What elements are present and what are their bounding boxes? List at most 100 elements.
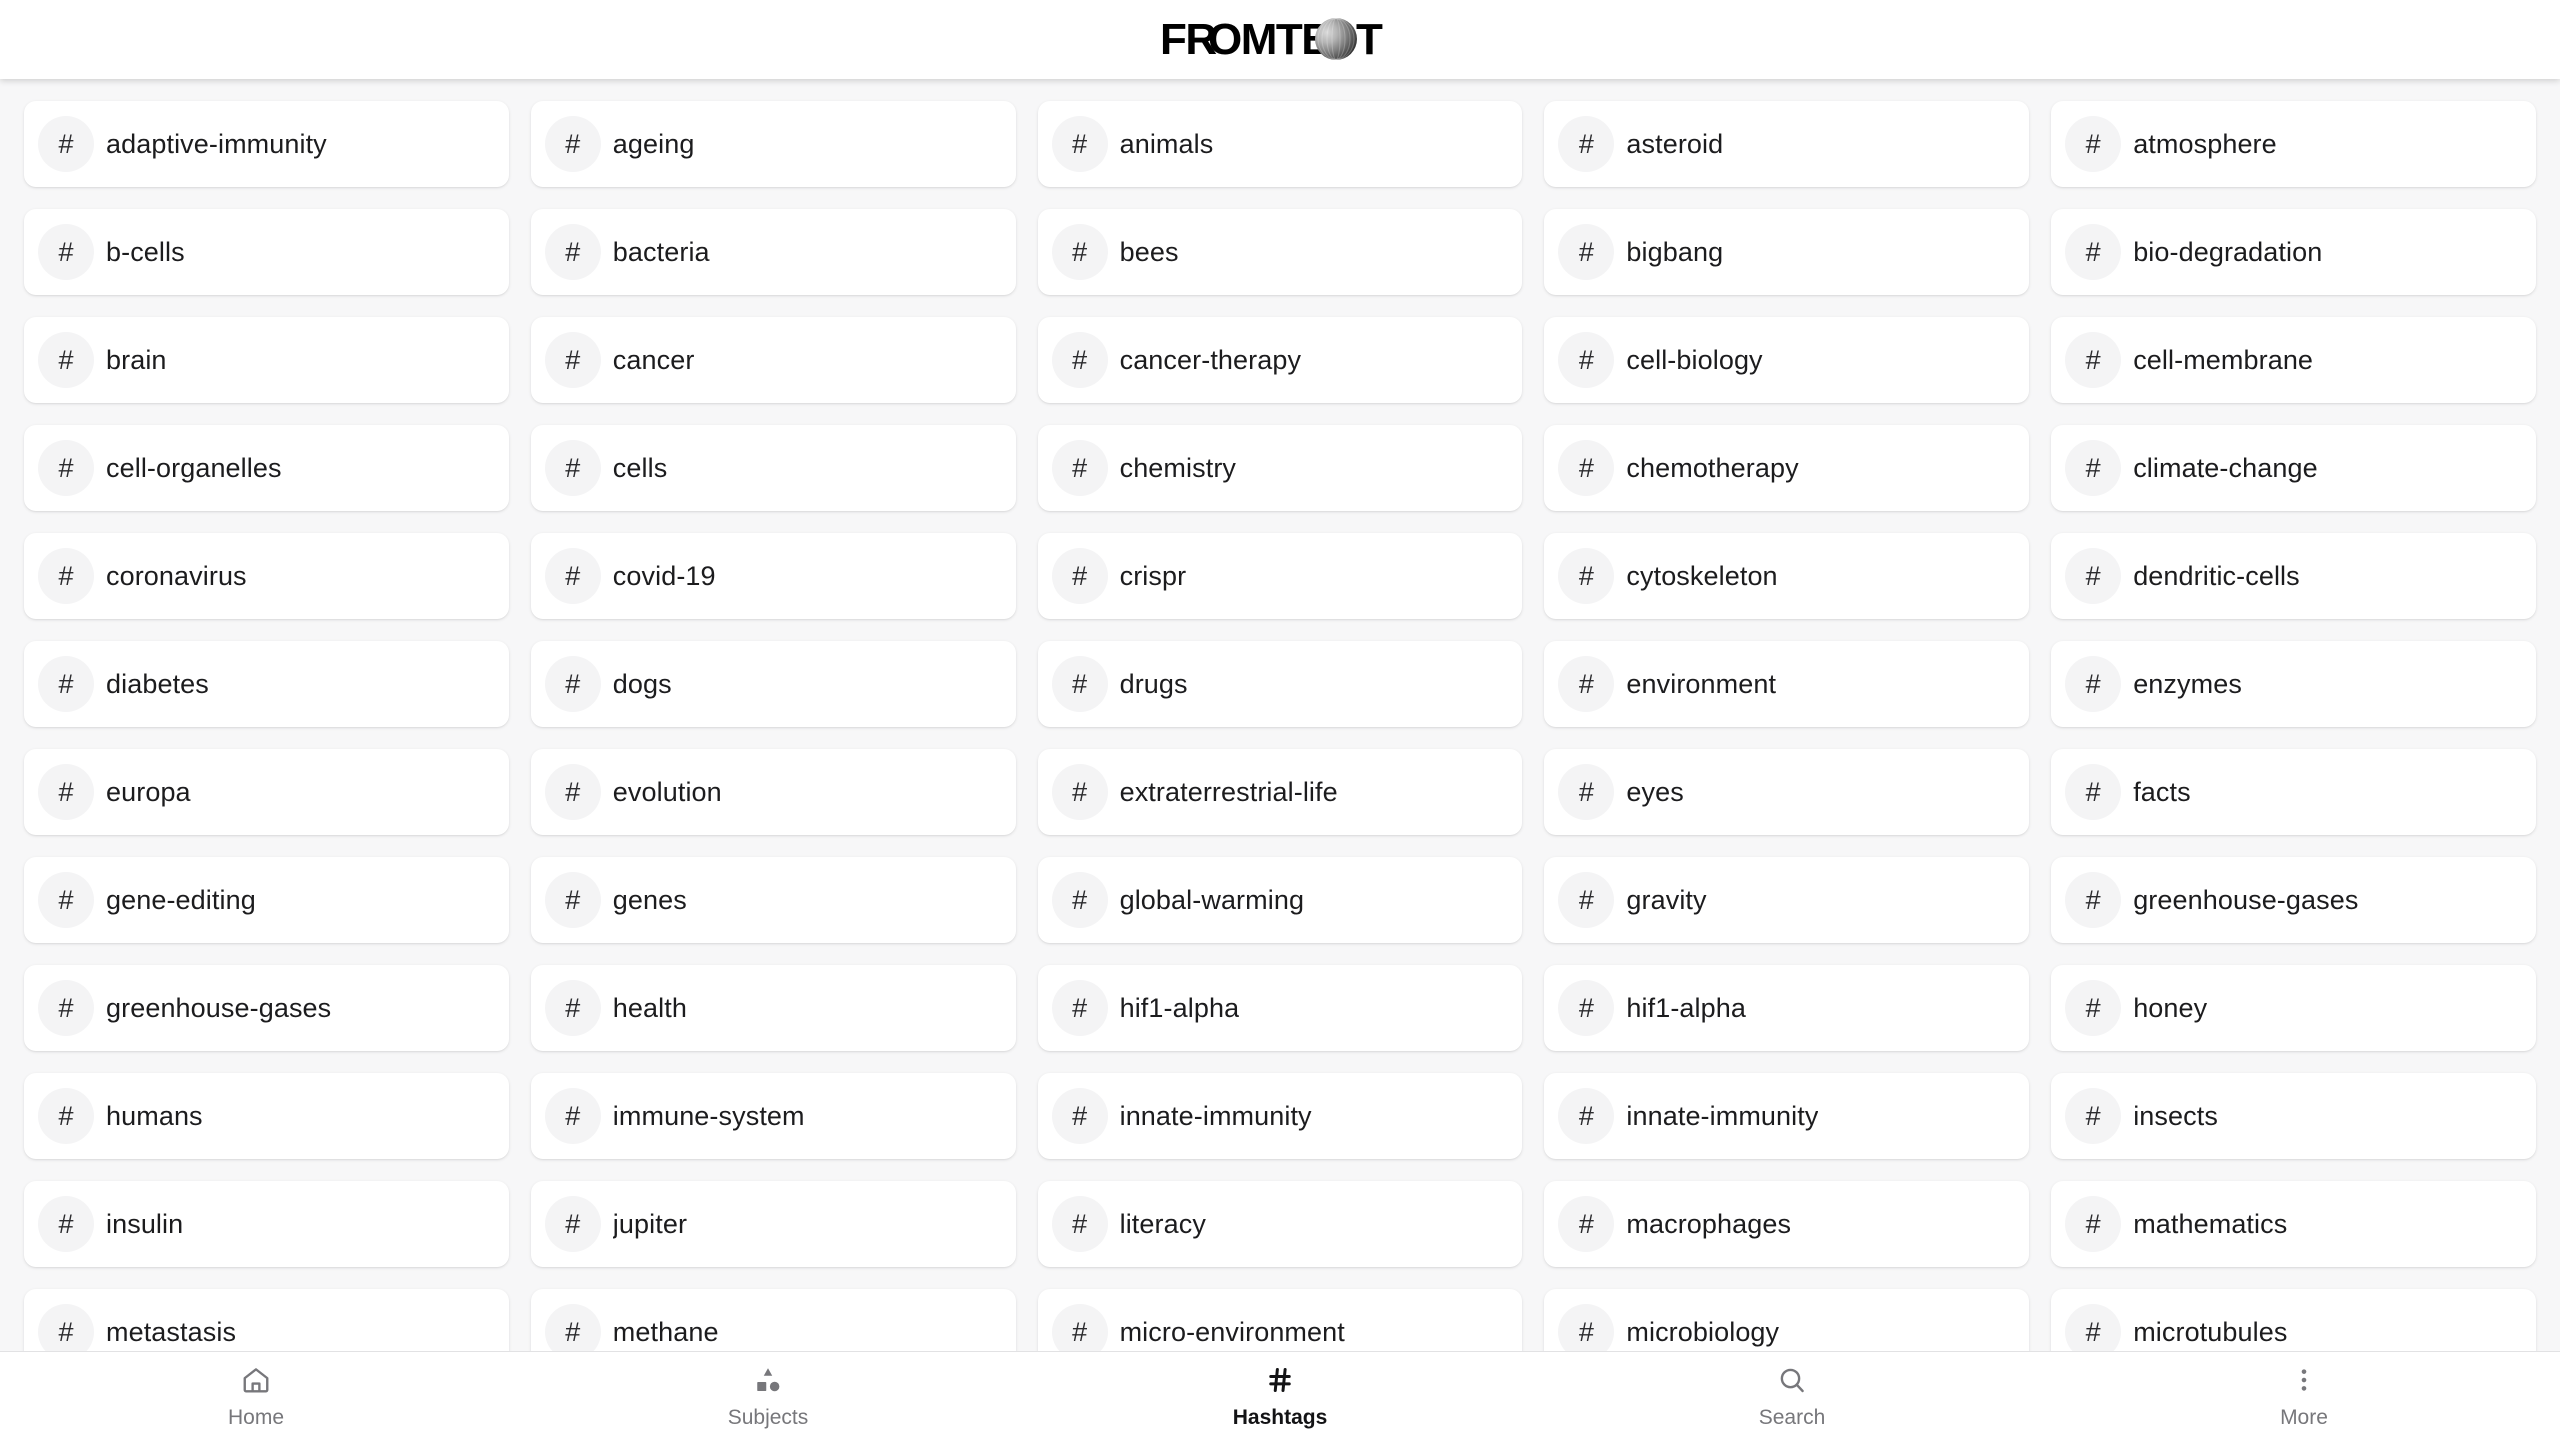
hashtag-card[interactable]: # covid-19	[530, 533, 1016, 619]
hashtag-card[interactable]: # dendritic-cells	[2051, 533, 2536, 619]
nav-item-subjects[interactable]: Subjects	[512, 1352, 1024, 1440]
hashtag-label: gravity	[1626, 884, 1707, 915]
nav-item-hashtags[interactable]: Hashtags	[1024, 1352, 1536, 1440]
hashtag-card[interactable]: # insulin	[24, 1181, 509, 1267]
hash-symbol: #	[2085, 344, 2101, 375]
hashtag-card[interactable]: # asteroid	[1544, 101, 2030, 187]
hashtag-label: bio-degradation	[2133, 236, 2323, 267]
hash-symbol: #	[1578, 776, 1594, 807]
hashtag-card[interactable]: # metastasis	[24, 1289, 509, 1351]
hashtag-card[interactable]: # gravity	[1544, 857, 2030, 943]
hashtag-label: cell-membrane	[2133, 344, 2314, 375]
hashtag-card[interactable]: # chemotherapy	[1544, 425, 2030, 511]
nav-item-more[interactable]: More	[2048, 1352, 2560, 1440]
hashtag-card[interactable]: # europa	[24, 749, 509, 835]
hash-icon: #	[1051, 656, 1108, 712]
hashtag-card[interactable]: # mathematics	[2051, 1181, 2536, 1267]
hash-icon: #	[1558, 764, 1615, 820]
hashtag-card[interactable]: # drugs	[1037, 641, 1523, 727]
nav-item-search[interactable]: Search	[1536, 1352, 2048, 1440]
hashtag-card[interactable]: # micro-environment	[1037, 1289, 1523, 1351]
hashtag-card[interactable]: # ageing	[530, 101, 1016, 187]
hash-symbol: #	[1072, 1208, 1088, 1239]
hash-symbol: #	[2085, 128, 2101, 159]
hash-icon: #	[2065, 548, 2122, 604]
hashtag-card[interactable]: # bio-degradation	[2051, 209, 2536, 295]
hashtag-label: health	[612, 992, 687, 1023]
hashtag-card[interactable]: # coronavirus	[24, 533, 509, 619]
hash-icon: #	[38, 1304, 94, 1351]
hash-icon: #	[1558, 1304, 1615, 1351]
logo-wordmark-svg: FR OMTB T	[1160, 15, 1385, 64]
hashtag-card[interactable]: # hif1-alpha	[1544, 965, 2030, 1051]
hashtag-card[interactable]: # greenhouse-gases	[2051, 857, 2536, 943]
hash-symbol: #	[58, 128, 74, 159]
hashtag-card[interactable]: # gene-editing	[24, 857, 509, 943]
hashtag-card[interactable]: # b-cells	[24, 209, 509, 295]
hashtag-label: eyes	[1626, 776, 1684, 807]
hash-icon: #	[2065, 224, 2122, 280]
hashtag-card[interactable]: # brain	[24, 317, 509, 403]
hash-symbol: #	[1072, 452, 1088, 483]
hashtag-card[interactable]: # methane	[530, 1289, 1016, 1351]
hash-icon: #	[38, 332, 94, 388]
hashtag-card[interactable]: # eyes	[1544, 749, 2030, 835]
hashtag-card[interactable]: # greenhouse-gases	[24, 965, 509, 1051]
hashtag-card[interactable]: # microtubules	[2051, 1289, 2536, 1351]
hashtag-card[interactable]: # cell-biology	[1544, 317, 2030, 403]
search-icon	[1777, 1363, 1807, 1397]
hashtag-card[interactable]: # cancer	[530, 317, 1016, 403]
hashtag-card[interactable]: # macrophages	[1544, 1181, 2030, 1267]
hashtag-card[interactable]: # chemistry	[1037, 425, 1523, 511]
hashtag-card[interactable]: # insects	[2051, 1073, 2536, 1159]
hashtag-card[interactable]: # honey	[2051, 965, 2536, 1051]
hashtag-label: microbiology	[1626, 1316, 1780, 1347]
hashtag-card[interactable]: # immune-system	[530, 1073, 1016, 1159]
hash-symbol: #	[2085, 1316, 2101, 1347]
hashtag-card[interactable]: # evolution	[530, 749, 1016, 835]
hashtag-card[interactable]: # facts	[2051, 749, 2536, 835]
hashtag-card[interactable]: # diabetes	[24, 641, 509, 727]
hashtag-card[interactable]: # genes	[530, 857, 1016, 943]
hashtag-card[interactable]: # health	[530, 965, 1016, 1051]
hash-symbol: #	[2085, 1100, 2101, 1131]
hashtag-card[interactable]: # dogs	[530, 641, 1016, 727]
hashtag-card[interactable]: # bigbang	[1544, 209, 2030, 295]
hashtag-label: mathematics	[2133, 1208, 2288, 1239]
hashtag-card[interactable]: # bees	[1037, 209, 1523, 295]
app-logo[interactable]: FR OMTB T FROMTBOT	[1160, 14, 1400, 66]
hashtag-scroll-area[interactable]: # adaptive-immunity # ageing # animals # astero…	[0, 79, 2560, 1351]
hashtag-card[interactable]: # cell-membrane	[2051, 317, 2536, 403]
hashtag-card[interactable]: # jupiter	[530, 1181, 1016, 1267]
hashtag-card[interactable]: # climate-change	[2051, 425, 2536, 511]
hashtag-card[interactable]: # bacteria	[530, 209, 1016, 295]
hashtag-card[interactable]: # cytoskeleton	[1544, 533, 2030, 619]
hash-icon: #	[38, 764, 94, 820]
hashtag-card[interactable]: # cells	[530, 425, 1016, 511]
hashtag-card[interactable]: # literacy	[1037, 1181, 1523, 1267]
hashtag-label: honey	[2133, 992, 2208, 1023]
hashtag-card[interactable]: # hif1-alpha	[1037, 965, 1523, 1051]
hashtag-card[interactable]: # cell-organelles	[24, 425, 509, 511]
hashtag-card[interactable]: # microbiology	[1544, 1289, 2030, 1351]
hashtag-card[interactable]: # enzymes	[2051, 641, 2536, 727]
hashtag-card[interactable]: # extraterrestrial-life	[1037, 749, 1523, 835]
hashtag-card[interactable]: # environment	[1544, 641, 2030, 727]
hashtag-card[interactable]: # global-warming	[1037, 857, 1523, 943]
nav-item-home[interactable]: Home	[0, 1352, 512, 1440]
hashtag-card[interactable]: # crispr	[1037, 533, 1523, 619]
svg-text:OMTB: OMTB	[1208, 15, 1332, 64]
hash-symbol: #	[1578, 884, 1594, 915]
hashtag-card[interactable]: # adaptive-immunity	[24, 101, 509, 187]
hash-icon: #	[1051, 224, 1108, 280]
hash-symbol: #	[1072, 1316, 1088, 1347]
hashtag-card[interactable]: # innate-immunity	[1037, 1073, 1523, 1159]
hashtag-card[interactable]: # animals	[1037, 101, 1523, 187]
hashtag-label: cells	[612, 452, 668, 483]
hashtag-card[interactable]: # cancer-therapy	[1037, 317, 1523, 403]
hashtag-card[interactable]: # innate-immunity	[1544, 1073, 2030, 1159]
hash-symbol: #	[58, 992, 74, 1023]
hashtag-card[interactable]: # humans	[24, 1073, 509, 1159]
hashtag-card[interactable]: # atmosphere	[2051, 101, 2536, 187]
hash-icon: #	[1558, 332, 1615, 388]
